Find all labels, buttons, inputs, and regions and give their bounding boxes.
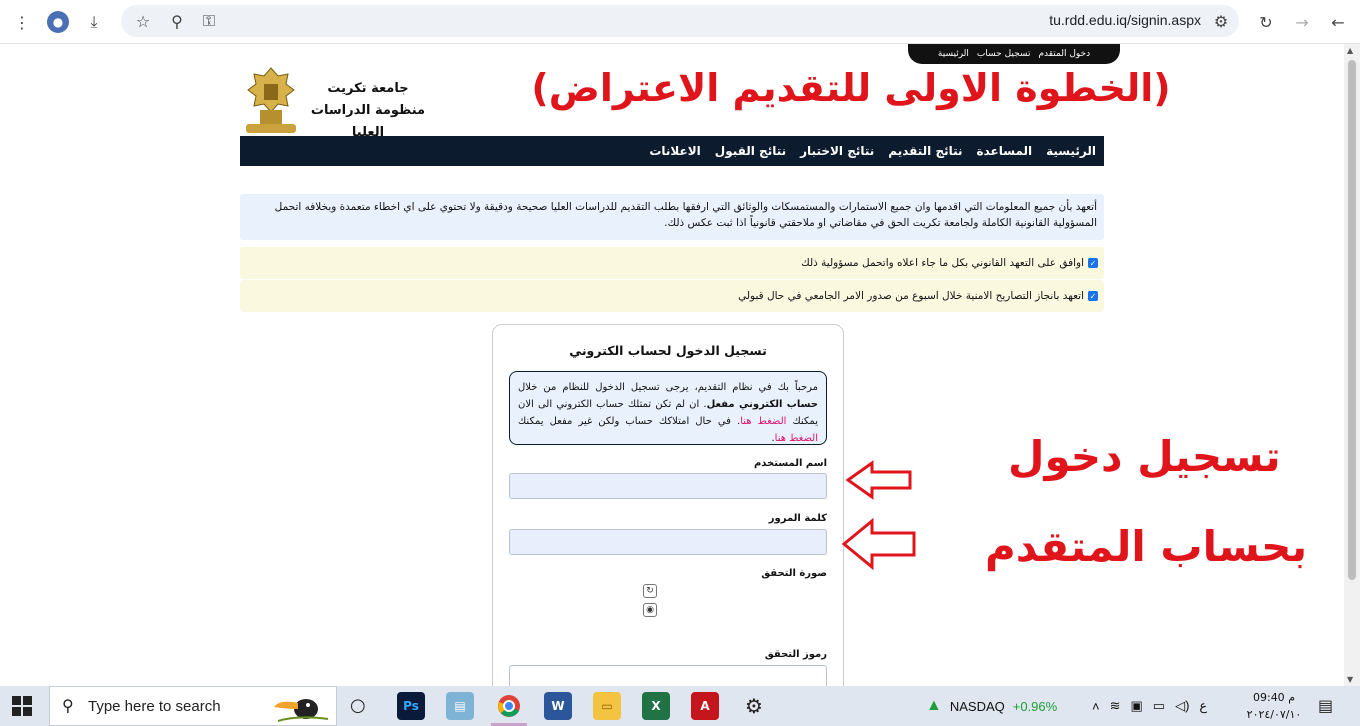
windows-start-icon[interactable]	[12, 696, 32, 716]
menu-icon[interactable]: ⋮	[10, 10, 34, 34]
volume-icon[interactable]: ◁)	[1175, 698, 1189, 714]
annotation-login: تسجيل دخول	[1008, 432, 1281, 481]
nav-exam-results[interactable]: نتائج الاختبار	[800, 144, 874, 158]
welcome-text-bold: حساب الكتروني مفعل	[706, 399, 818, 410]
refresh-captcha-icon[interactable]: ↻	[643, 584, 657, 598]
network-icon[interactable]: ≋	[1110, 698, 1121, 714]
download-icon[interactable]: ⤓	[82, 10, 106, 34]
address-bar[interactable]: ☆ ⚲ ⚿ tu.rdd.edu.iq/signin.aspx ⚙	[121, 5, 1239, 37]
photoshop-icon[interactable]: Ps	[397, 692, 425, 720]
agree-row-1[interactable]: ✓ اوافق على التعهد القانوني بكل ما جاء ا…	[240, 247, 1104, 279]
taskbar-search[interactable]: ⚲ Type here to search	[49, 686, 337, 726]
input-language[interactable]: ع	[1199, 698, 1207, 714]
stock-widget[interactable]: ▲ NASDAQ +0.96%	[926, 686, 1057, 726]
nav-application-results[interactable]: نتائج التقديم	[888, 144, 962, 158]
agree-label-1: اوافق على التعهد القانوني بكل ما جاء اعل…	[801, 257, 1084, 269]
forward-icon[interactable]: →	[1290, 10, 1314, 34]
stock-name: NASDAQ	[949, 698, 1005, 714]
topbar-link-applicant-login[interactable]: دخول المتقدم	[1038, 49, 1090, 59]
nav-announcements[interactable]: الاعلانات	[649, 144, 700, 158]
scroll-down-icon[interactable]: ▼	[1347, 675, 1353, 684]
legal-notice: أتعهد بأن جميع المعلومات التي اقدمها وان…	[240, 194, 1104, 240]
zoom-icon[interactable]: ⚲	[165, 9, 189, 33]
system-tray: ˄ ≋ ▣ ▭ ◁) ع	[1092, 686, 1207, 726]
stock-change: +0.96%	[1012, 698, 1058, 714]
nav-help[interactable]: المساعدة	[977, 144, 1033, 158]
welcome-text-c: في حال امتلاكك حساب ولكن غير مفعل يمكنك	[518, 416, 731, 427]
acrobat-icon[interactable]: A	[691, 692, 719, 720]
username-label: اسم المستخدم	[753, 458, 827, 469]
word-icon[interactable]: W	[544, 692, 572, 720]
main-nav: الرئيسية المساعدة نتائج التقديم نتائج ال…	[240, 136, 1104, 166]
code-label: رموز التحقق	[764, 649, 827, 660]
notepad-icon[interactable]: ▤	[446, 692, 474, 720]
taskbar-search-placeholder: Type here to search	[88, 698, 221, 715]
nav-home[interactable]: الرئيسية	[1046, 144, 1096, 158]
search-icon: ⚲	[62, 696, 74, 715]
profile-avatar[interactable]: ●	[46, 10, 70, 34]
settings-gear-icon[interactable]: ⚙	[740, 692, 768, 720]
username-input[interactable]	[509, 473, 827, 499]
nav-admission-results[interactable]: نتائج القبول	[715, 144, 786, 158]
agree-checkbox-2[interactable]: ✓	[1088, 291, 1098, 301]
reload-icon[interactable]: ↻	[1254, 10, 1278, 34]
chrome-icon[interactable]	[495, 692, 523, 720]
toucan-illustration	[274, 699, 329, 722]
university-name: جامعة تكريت منظومة الدراسات العليا	[303, 78, 433, 144]
activate-link[interactable]: الضغط هنا	[775, 433, 818, 444]
password-label: كلمة المرور	[768, 513, 827, 524]
annotation-applicant-account: بحساب المتقدم	[985, 522, 1308, 571]
tray-chevron-icon[interactable]: ˄	[1092, 699, 1100, 714]
topbar-link-register[interactable]: تسجيل حساب	[977, 49, 1031, 59]
agree-checkbox-1[interactable]: ✓	[1088, 258, 1098, 268]
password-input[interactable]	[509, 529, 827, 555]
stock-chart-icon: ▲	[926, 697, 942, 714]
audio-captcha-icon[interactable]: ◉	[643, 603, 657, 617]
clock-time: 09:40 م	[1252, 691, 1295, 704]
battery-icon[interactable]: ▭	[1153, 698, 1165, 714]
scroll-up-icon[interactable]: ▲	[1347, 46, 1353, 55]
back-icon[interactable]: ←	[1326, 10, 1350, 34]
scroll-thumb[interactable]	[1348, 60, 1356, 580]
page-scrollbar[interactable]: ▲ ▼	[1344, 44, 1360, 686]
password-key-icon[interactable]: ⚿	[197, 9, 221, 33]
bookmark-star-icon[interactable]: ☆	[131, 9, 155, 33]
windows-taskbar: ⚲ Type here to search ○ Ps ▤ W ▭ X A ⚙ ▲…	[0, 686, 1360, 726]
arrow-to-password-icon	[842, 518, 916, 570]
welcome-message: مرحباً بك في نظام التقديم، يرجى تسجيل ال…	[509, 371, 827, 445]
annotation-title: (الخطوة الاولى للتقديم الاعتراض)	[531, 66, 1171, 110]
excel-icon[interactable]: X	[642, 692, 670, 720]
web-page: دخول المتقدم تسجيل حساب الرئيسية جامعة ت…	[0, 44, 1344, 686]
login-title: تسجيل الدخول لحساب الكتروني	[569, 343, 767, 358]
captcha-code-input[interactable]	[509, 665, 827, 686]
avatar: ●	[47, 11, 69, 33]
agree-label-2: اتعهد بانجاز التصاريح الامنية خلال اسبوع…	[738, 290, 1084, 302]
welcome-text-a: مرحباً بك في نظام التقديم، يرجى تسجيل ال…	[518, 382, 818, 393]
site-settings-icon[interactable]: ⚙	[1209, 9, 1233, 33]
top-links-bar: دخول المتقدم تسجيل حساب الرئيسية	[908, 44, 1120, 64]
clock-date: ٢٠٢٤/٠٧/١٠	[1246, 708, 1302, 721]
clock[interactable]: 09:40 م ٢٠٢٤/٠٧/١٠	[1246, 689, 1302, 723]
topbar-link-home[interactable]: الرئيسية	[938, 49, 969, 59]
agree-row-2[interactable]: ✓ اتعهد بانجاز التصاريح الامنية خلال اسب…	[240, 280, 1104, 312]
register-link[interactable]: الضغط هنا	[740, 416, 786, 427]
task-view-icon[interactable]: ○	[350, 695, 366, 716]
browser-toolbar: ⋮ ● ⤓ ☆ ⚲ ⚿ tu.rdd.edu.iq/signin.aspx ⚙ …	[0, 0, 1360, 44]
notifications-icon[interactable]: ▤	[1318, 696, 1333, 715]
login-card: تسجيل الدخول لحساب الكتروني مرحباً بك في…	[492, 324, 844, 686]
url-text[interactable]: tu.rdd.edu.iq/signin.aspx	[1049, 12, 1201, 28]
university-title: جامعة تكريت	[327, 81, 409, 96]
arrow-to-username-icon	[846, 460, 912, 500]
captcha-label: صورة التحقق	[761, 568, 827, 579]
university-logo	[246, 67, 296, 133]
file-explorer-icon[interactable]: ▭	[593, 692, 621, 720]
meet-now-icon[interactable]: ▣	[1131, 698, 1143, 714]
